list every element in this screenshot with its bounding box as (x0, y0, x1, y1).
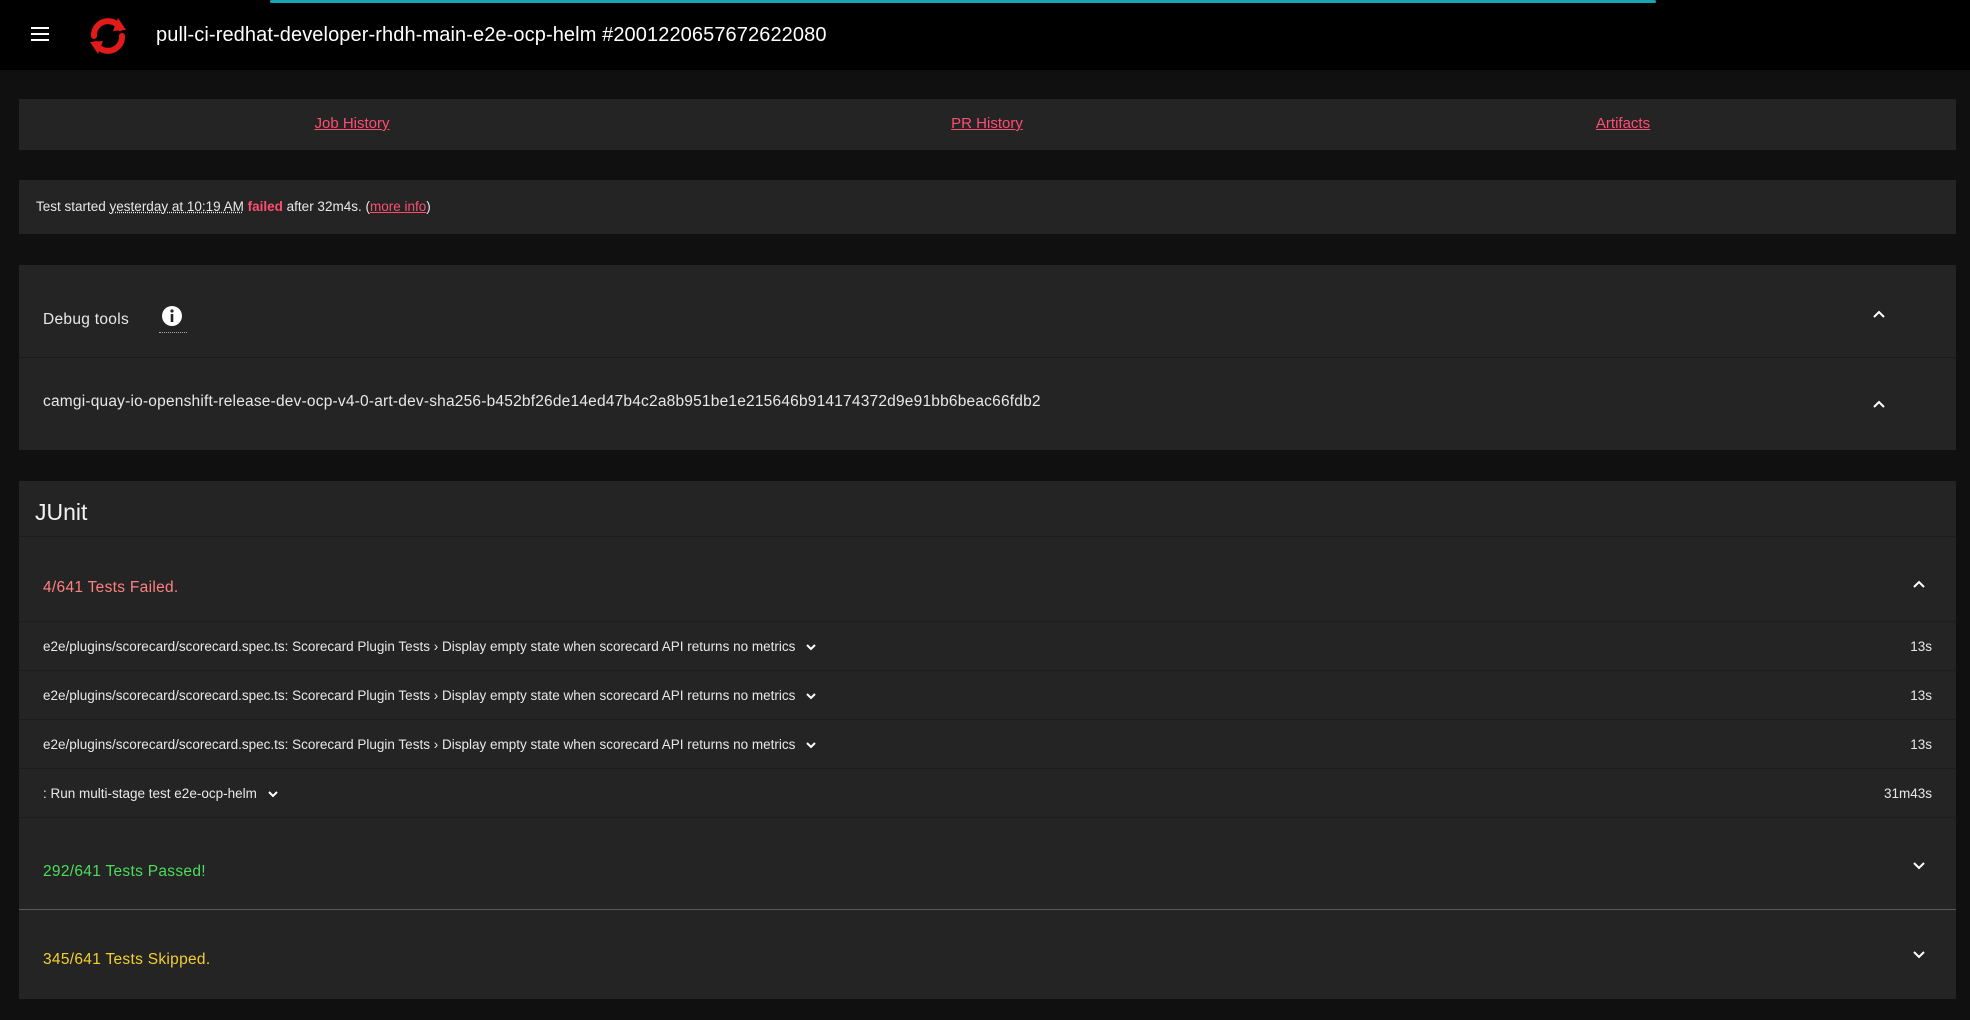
chevron-down-icon[interactable] (1912, 859, 1926, 873)
skipped-tests-header[interactable]: 345/641 Tests Skipped. (19, 910, 1956, 999)
top-bar: pull-ci-redhat-developer-rhdh-main-e2e-o… (0, 0, 1970, 70)
failed-tests-summary: 4/641 Tests Failed. (43, 579, 179, 596)
junit-panel: JUnit 4/641 Tests Failed. e2e/plugins/sc… (19, 481, 1956, 999)
test-duration: 13s (1910, 688, 1932, 703)
test-duration: 13s (1910, 737, 1932, 752)
prow-refresh-logo-icon[interactable] (86, 16, 130, 56)
debug-image-row[interactable]: camgi-quay-io-openshift-release-dev-ocp-… (19, 358, 1956, 450)
test-status-text: Test started yesterday at 10:19 AM faile… (36, 199, 431, 214)
failed-tests-header[interactable]: 4/641 Tests Failed. (19, 536, 1956, 621)
failed-test-row[interactable]: e2e/plugins/scorecard/scorecard.spec.ts:… (19, 719, 1956, 768)
failed-test-row[interactable]: e2e/plugins/scorecard/scorecard.spec.ts:… (19, 621, 1956, 670)
junit-title: JUnit (35, 499, 88, 525)
test-duration: 13s (1910, 639, 1932, 654)
passed-tests-summary: 292/641 Tests Passed! (43, 863, 206, 880)
debug-tools-panel: Debug tools camgi-quay-io-openshift-rele… (19, 265, 1956, 450)
chevron-down-icon[interactable] (267, 788, 279, 800)
chevron-down-icon[interactable] (805, 641, 817, 653)
chevron-up-icon[interactable] (1872, 307, 1886, 321)
failed-test-row[interactable]: e2e/plugins/scorecard/scorecard.spec.ts:… (19, 670, 1956, 719)
chevron-down-icon[interactable] (1912, 948, 1926, 962)
chevron-down-icon[interactable] (805, 739, 817, 751)
hamburger-menu-icon[interactable] (28, 22, 52, 46)
test-duration: 31m43s (1883, 786, 1932, 801)
test-status-card: Test started yesterday at 10:19 AM faile… (19, 180, 1956, 234)
artifacts-link[interactable]: Artifacts (1596, 115, 1650, 132)
test-name: : Run multi-stage test e2e-ocp-helm (43, 786, 279, 801)
status-duration: after 32m4s. ( (286, 199, 370, 214)
debug-image-name: camgi-quay-io-openshift-release-dev-ocp-… (43, 393, 1041, 410)
test-name: e2e/plugins/scorecard/scorecard.spec.ts:… (43, 737, 817, 752)
test-name: e2e/plugins/scorecard/scorecard.spec.ts:… (43, 639, 817, 654)
skipped-tests-summary: 345/641 Tests Skipped. (43, 951, 211, 968)
test-name: e2e/plugins/scorecard/scorecard.spec.ts:… (43, 688, 817, 703)
debug-tools-header[interactable]: Debug tools (19, 265, 1956, 358)
failed-test-row[interactable]: : Run multi-stage test e2e-ocp-helm 31m4… (19, 768, 1956, 817)
job-nav-links: Job History PR History Artifacts (19, 99, 1956, 150)
chevron-down-icon[interactable] (805, 690, 817, 702)
chevron-up-icon[interactable] (1912, 577, 1926, 591)
status-prefix: Test started (36, 199, 106, 214)
pr-history-link[interactable]: PR History (951, 115, 1023, 132)
info-icon[interactable] (159, 303, 187, 333)
passed-tests-header[interactable]: 292/641 Tests Passed! (19, 817, 1956, 906)
status-result-badge: failed (247, 199, 283, 214)
status-suffix: ) (426, 199, 431, 214)
loading-progress-bar (270, 0, 1656, 3)
job-title: pull-ci-redhat-developer-rhdh-main-e2e-o… (156, 24, 827, 46)
more-info-link[interactable]: more info (370, 199, 426, 214)
debug-tools-label: Debug tools (43, 311, 130, 328)
job-history-link[interactable]: Job History (314, 115, 389, 132)
status-started-time: yesterday at 10:19 AM (109, 199, 244, 214)
chevron-up-icon[interactable] (1872, 397, 1886, 411)
